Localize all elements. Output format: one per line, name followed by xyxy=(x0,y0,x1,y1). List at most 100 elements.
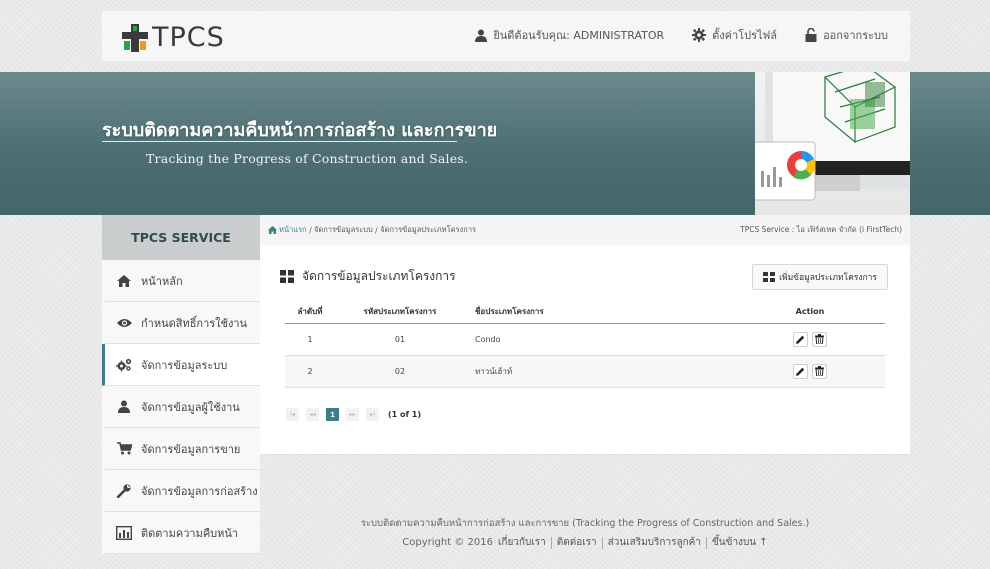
logo-mark-icon xyxy=(122,23,148,52)
prev-page-button[interactable]: ◂◂ xyxy=(306,408,319,421)
hero-banner: ระบบติดตามความคืบหน้าการก่อสร้าง และการข… xyxy=(0,72,990,215)
next-page-button[interactable]: ▸▸ xyxy=(346,408,359,421)
current-page-button[interactable]: 1 xyxy=(326,408,339,421)
sidebar-item-label: จัดการข้อมูลระบบ xyxy=(141,358,228,372)
add-button-label: เพิ่มข้อมูลประเภทโครงการ xyxy=(779,273,877,283)
eye-icon xyxy=(115,318,133,328)
contact-link[interactable]: ติดต่อเรา xyxy=(557,535,597,550)
delete-button[interactable] xyxy=(812,363,827,379)
profile-settings-label: ตั้งค่าโปรไฟล์ xyxy=(712,29,778,42)
footer-separator xyxy=(705,536,707,549)
back-to-top-link[interactable]: ขึ้นข้างบน ↑ xyxy=(712,535,768,550)
panel-header: จัดการข้อมูลประเภทโครงการ xyxy=(280,267,456,286)
sidebar-item-sales[interactable]: จัดการข้อมูลการขาย xyxy=(102,428,260,470)
sidebar-item-label: ติดตามความคืบหน้า xyxy=(141,526,239,540)
logout-link[interactable]: ออกจากระบบ xyxy=(805,26,888,44)
footer-separator xyxy=(550,536,552,549)
trash-icon xyxy=(815,334,824,344)
sidebar-item-home[interactable]: หน้าหลัก xyxy=(102,260,260,302)
banner-divider xyxy=(102,141,457,142)
user-icon xyxy=(115,400,133,413)
sidebar-item-users[interactable]: จัดการข้อมูลผู้ใช้งาน xyxy=(102,386,260,428)
welcome-text: ยินดีต้อนรับคุณ: ADMINISTRATOR xyxy=(493,29,665,42)
column-header-name[interactable]: ชื่อประเภทโครงการ xyxy=(465,301,735,324)
pencil-icon xyxy=(796,335,805,344)
pencil-icon xyxy=(796,367,805,376)
home-icon xyxy=(115,274,133,287)
computer-chart-illustration xyxy=(752,72,910,201)
cell-order: 1 xyxy=(285,323,335,356)
sidebar-item-label: หน้าหลัก xyxy=(141,274,183,288)
sidebar-item-label: จัดการข้อมูลผู้ใช้งาน xyxy=(141,400,240,414)
footer-separator xyxy=(601,536,603,549)
edit-button[interactable] xyxy=(793,331,808,347)
banner-title: ระบบติดตามความคืบหน้าการก่อสร้าง และการข… xyxy=(102,120,498,141)
breadcrumb-home-label: หน้าแรก xyxy=(279,225,307,234)
pagination: |◂ ◂◂ 1 ▸▸ ▸| (1 of 1) xyxy=(286,408,421,421)
logo-text: TPCS xyxy=(152,22,225,53)
sidebar-item-label: กำหนดสิทธิ์การใช้งาน xyxy=(141,316,248,330)
breadcrumb-trail: หน้าแรก / จัดการข้อมูลระบบ / จัดการข้อมู… xyxy=(268,224,476,236)
gear-icon xyxy=(692,28,707,42)
project-type-table: ลำดับที่ รหัสประเภทโครงการ ชื่อประเภทโคร… xyxy=(285,301,885,388)
sidebar-item-permissions[interactable]: กำหนดสิทธิ์การใช้งาน xyxy=(102,302,260,344)
breadcrumb: หน้าแรก / จัดการข้อมูลระบบ / จัดการข้อมู… xyxy=(260,215,910,245)
panel-title: จัดการข้อมูลประเภทโครงการ xyxy=(302,269,456,283)
sidebar-item-label: จัดการข้อมูลการขาย xyxy=(141,442,241,456)
top-links: ยินดีต้อนรับคุณ: ADMINISTRATOR ตั้งค่าโป… xyxy=(447,26,910,44)
breadcrumb-separator: / xyxy=(306,225,314,235)
bar-chart-icon xyxy=(115,525,133,540)
th-large-icon xyxy=(763,272,776,282)
unlock-icon xyxy=(805,28,817,42)
last-page-button[interactable]: ▸| xyxy=(366,408,379,421)
cell-name: Condo xyxy=(465,323,735,356)
table-row: 1 01 Condo xyxy=(285,323,885,356)
cell-code: 02 xyxy=(335,355,465,388)
edit-button[interactable] xyxy=(793,363,808,379)
breadcrumb-separator: / xyxy=(372,225,381,235)
welcome-user-link[interactable]: ยินดีต้อนรับคุณ: ADMINISTRATOR xyxy=(475,26,664,44)
logout-label: ออกจากระบบ xyxy=(823,29,888,42)
table-row: 2 02 ทาวน์เฮ้าท์ xyxy=(285,355,885,388)
banner-content: ระบบติดตามความคืบหน้าการก่อสร้าง และการข… xyxy=(102,72,910,215)
banner-illustration xyxy=(752,72,910,215)
top-navbar: TPCS ยินดีต้อนรับคุณ: ADMINISTRATOR ตั้ง… xyxy=(102,11,910,61)
column-header-order[interactable]: ลำดับที่ xyxy=(285,301,335,324)
sidebar-item-label: จัดการข้อมูลการก่อสร้าง xyxy=(141,484,258,498)
footer-description: ระบบติดตามความคืบหน้าการก่อสร้าง และการข… xyxy=(360,518,810,529)
cell-code: 01 xyxy=(335,323,465,356)
delete-button[interactable] xyxy=(812,331,827,347)
table-header-row: ลำดับที่ รหัสประเภทโครงการ ชื่อประเภทโคร… xyxy=(285,301,885,324)
column-header-code[interactable]: รหัสประเภทโครงการ xyxy=(335,301,465,324)
wrench-icon xyxy=(115,483,133,498)
profile-settings-link[interactable]: ตั้งค่าโปรไฟล์ xyxy=(692,26,777,44)
cell-action xyxy=(735,323,885,356)
column-header-action: Action xyxy=(735,301,885,324)
sidebar-item-system-data[interactable]: จัดการข้อมูลระบบ xyxy=(102,344,260,386)
th-large-icon xyxy=(280,270,294,283)
cell-name: ทาวน์เฮ้าท์ xyxy=(465,355,735,388)
banner-subtitle: Tracking the Progress of Construction an… xyxy=(146,151,469,166)
sidebar: หน้าหลัก กำหนดสิทธิ์การใช้งาน จัดการข้อม… xyxy=(102,260,260,554)
footer-links: Copyright © 2016 เกี่ยวกับเรา ติดต่อเรา … xyxy=(260,535,910,550)
customer-service-link[interactable]: ส่วนเสริมบริการลูกค้า xyxy=(608,535,701,550)
home-icon xyxy=(268,226,277,234)
sidebar-item-progress[interactable]: ติดตามความคืบหน้า xyxy=(102,512,260,554)
breadcrumb-current: จัดการข้อมูลประเภทโครงการ xyxy=(380,225,477,234)
user-icon xyxy=(475,29,488,42)
company-label: TPCS Service : ไอ เฟิร์สเทค จำกัด (i Fir… xyxy=(740,225,902,234)
breadcrumb-home[interactable]: หน้าแรก xyxy=(268,224,307,236)
gears-icon xyxy=(115,358,133,372)
sidebar-heading: TPCS SERVICE xyxy=(102,215,260,260)
add-project-type-button[interactable]: เพิ่มข้อมูลประเภทโครงการ xyxy=(752,264,888,290)
copyright-text: Copyright © 2016 xyxy=(402,537,493,548)
cell-action xyxy=(735,355,885,388)
cell-order: 2 xyxy=(285,355,335,388)
first-page-button[interactable]: |◂ xyxy=(286,408,299,421)
tpcs-logo[interactable]: TPCS xyxy=(122,22,225,53)
project-type-panel: จัดการข้อมูลประเภทโครงการ เพิ่มข้อมูลประ… xyxy=(260,245,910,455)
sidebar-item-construction[interactable]: จัดการข้อมูลการก่อสร้าง xyxy=(102,470,260,512)
about-link[interactable]: เกี่ยวกับเรา xyxy=(498,535,546,550)
breadcrumb-item[interactable]: จัดการข้อมูลระบบ xyxy=(314,224,373,236)
trash-icon xyxy=(815,366,824,376)
